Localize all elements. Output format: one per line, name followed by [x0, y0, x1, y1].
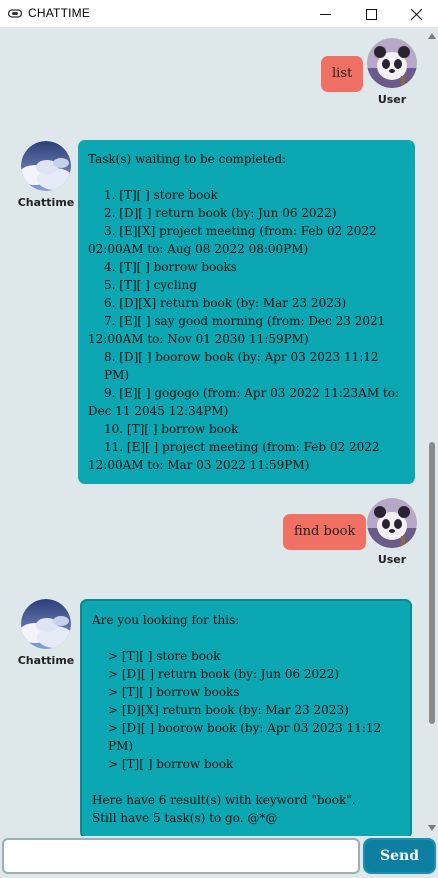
close-icon [410, 8, 422, 20]
close-button[interactable] [393, 0, 438, 28]
scroll-up-icon[interactable] [428, 32, 436, 40]
message-input[interactable] [2, 838, 360, 874]
task-item: 6. [D][X] return book (by: Mar 23 2023) [104, 296, 347, 310]
user-message-bubble: list [321, 56, 364, 92]
task-item: 7. [E][ ] say good morning (from: Dec 23… [88, 314, 386, 346]
chat-area[interactable]: list User Chattime Task(s) waiting to be… [0, 28, 438, 836]
result-item: > [D][ ] return book (by: Jun 06 2022) [108, 667, 340, 681]
message-header: Task(s) waiting to be completed: [88, 152, 287, 166]
bot-avatar-group: Chattime [18, 599, 74, 667]
title-bar: CHATTIME [0, 0, 438, 28]
user-message-bubble: find book [283, 514, 367, 550]
result-item: > [T][ ] borrow books [108, 685, 240, 699]
bot-message-bubble: Task(s) waiting to be completed: 1. [T][… [78, 140, 415, 484]
input-bar: Send [0, 836, 438, 878]
sender-name: Chattime [17, 654, 75, 667]
result-summary: Here have 6 result(s) with keyword "book… [92, 793, 356, 807]
panda-avatar [367, 38, 417, 88]
task-item: 11. [E][ ] project meeting (from: Feb 02… [88, 440, 380, 472]
result-item: > [D][X] return book (by: Mar 23 2023) [108, 703, 349, 717]
sender-name: User [377, 553, 407, 566]
remaining-tasks: Still have 5 task(s) to go. @*@ [92, 811, 278, 825]
result-item: > [T][ ] store book [108, 649, 221, 663]
window-title: CHATTIME [28, 6, 91, 20]
send-button[interactable]: Send [363, 838, 436, 874]
maximize-icon [365, 8, 377, 20]
user-avatar-group: User [367, 38, 417, 106]
vertical-scrollbar[interactable] [428, 32, 436, 832]
task-item: 4. [T][ ] borrow books [104, 260, 237, 274]
bot-avatar-group: Chattime [18, 141, 74, 209]
clouds-avatar [21, 599, 71, 649]
scrollbar-thumb[interactable] [429, 442, 435, 724]
minimize-button[interactable] [302, 0, 348, 28]
bot-message-bubble: Are you looking for this: > [T][ ] store… [80, 599, 412, 836]
sender-name: User [377, 93, 407, 106]
task-item: 8. [D][ ] boorow book (by: Apr 03 2023 1… [104, 350, 379, 382]
scroll-down-icon[interactable] [428, 824, 436, 832]
panda-avatar [367, 498, 417, 548]
task-item: 9. [E][ ] gogogo (from: Apr 03 2022 11:2… [88, 386, 400, 418]
link-icon [8, 9, 22, 18]
minimize-icon [319, 13, 331, 15]
result-item: > [T][ ] borrow book [108, 757, 234, 771]
task-item: 3. [E][X] project meeting (from: Feb 02 … [88, 224, 377, 256]
message-header: Are you looking for this: [92, 613, 240, 627]
task-item: 10. [T][ ] borrow book [104, 422, 239, 436]
sender-name: Chattime [17, 196, 75, 209]
user-avatar-group: User [367, 498, 417, 566]
task-item: 5. [T][ ] cycling [104, 278, 197, 292]
result-item: > [D][ ] boorow book (by: Apr 03 2023 11… [108, 721, 382, 753]
task-item: 1. [T][ ] store book [104, 188, 218, 202]
clouds-avatar [21, 141, 71, 191]
task-item: 2. [D][ ] return book (by: Jun 06 2022) [104, 206, 337, 220]
maximize-button[interactable] [348, 0, 394, 28]
